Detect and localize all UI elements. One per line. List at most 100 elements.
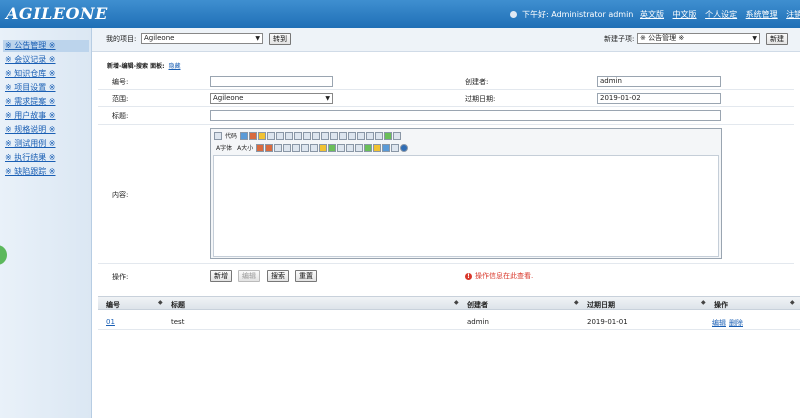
col-header-id[interactable]: 编号 (106, 300, 120, 310)
sidebar-item-knowledge[interactable]: ※ 知识仓库 ※ (3, 68, 89, 80)
hide-link[interactable]: 隐藏 (168, 63, 180, 70)
row-title: test (171, 318, 185, 326)
template-icon[interactable] (258, 132, 267, 140)
clear-format-icon[interactable] (310, 144, 319, 152)
flash-icon[interactable] (328, 144, 337, 152)
subitem-select[interactable]: ※ 公告管理 ※ ▼ (637, 33, 760, 44)
unlink-icon[interactable] (391, 144, 400, 152)
main-content: 我的项目: Agileone ▼ 转到 新建子项: ※ 公告管理 ※ ▼ 新建 新增… (92, 28, 800, 418)
hr-icon[interactable] (355, 144, 364, 152)
goto-button[interactable]: 转到 (269, 33, 291, 45)
print-icon[interactable] (267, 132, 276, 140)
reset-button[interactable]: 重置 (295, 270, 317, 282)
sidebar-item-notice[interactable]: ※ 公告管理 ※ (3, 40, 89, 52)
sidebar: ※ 公告管理 ※ ※ 会议记录 ※ ※ 知识仓库 ※ ※ 项目设置 ※ ※ 需求… (0, 28, 92, 418)
sidebar-item-defects[interactable]: ※ 缺陷跟踪 ※ (3, 166, 89, 178)
sidebar-item-specs[interactable]: ※ 规格说明 ※ (3, 124, 89, 136)
code-button[interactable]: 代码 (223, 132, 239, 140)
emoticon-icon[interactable] (364, 144, 373, 152)
app-logo: AGILEONE (6, 4, 108, 23)
link-english[interactable]: 英文版 (640, 10, 664, 19)
title-input[interactable] (210, 110, 721, 121)
unordered-list-icon[interactable] (357, 132, 366, 140)
paste-icon[interactable] (294, 132, 303, 140)
cut-icon[interactable] (276, 132, 285, 140)
source-icon[interactable] (214, 132, 222, 140)
sort-icon[interactable]: ◆ (158, 299, 163, 306)
sidebar-item-meeting[interactable]: ※ 会议记录 ※ (3, 54, 89, 66)
col-header-creator[interactable]: 创建者 (467, 300, 488, 310)
bg-color-icon[interactable] (265, 144, 274, 152)
id-input[interactable] (210, 76, 333, 87)
row-divider (98, 263, 794, 264)
font-button[interactable]: A字体 (214, 144, 234, 152)
bold-icon[interactable] (274, 144, 283, 152)
sort-icon[interactable]: ◆ (574, 299, 579, 306)
link-chinese[interactable]: 中文版 (673, 10, 697, 19)
link-system-admin[interactable]: 系统管理 (746, 10, 778, 19)
about-icon[interactable] (400, 144, 409, 152)
align-center-icon[interactable] (321, 132, 330, 140)
align-right-icon[interactable] (330, 132, 339, 140)
sidebar-item-test-cases[interactable]: ※ 测试用例 ※ (3, 138, 89, 150)
size-button[interactable]: A大小 (235, 144, 255, 152)
link-logout[interactable]: 注销 (786, 10, 800, 19)
media-icon[interactable] (337, 144, 346, 152)
search-button[interactable]: 搜索 (267, 270, 289, 282)
table-icon[interactable] (346, 144, 355, 152)
chevron-down-icon: ▼ (325, 95, 330, 102)
editor-content-area[interactable] (213, 155, 719, 257)
text-color-icon[interactable] (256, 144, 265, 152)
add-button[interactable]: 新增 (210, 270, 232, 282)
row-divider (98, 106, 794, 107)
error-icon: ! (465, 273, 472, 280)
sort-icon[interactable]: ◆ (701, 299, 706, 306)
row-edit-link[interactable]: 编辑 (712, 319, 726, 327)
copy-icon[interactable] (285, 132, 294, 140)
edit-button[interactable]: 编辑 (238, 270, 260, 282)
project-select[interactable]: Agileone ▼ (141, 33, 263, 44)
outdent-icon[interactable] (375, 132, 384, 140)
justify-icon[interactable] (339, 132, 348, 140)
editor-toolbar-row-2: A字体 A大小 (214, 143, 714, 154)
link-icon[interactable] (382, 144, 391, 152)
underline-icon[interactable] (292, 144, 301, 152)
new-button[interactable]: 新建 (766, 33, 788, 45)
image-icon[interactable] (319, 144, 328, 152)
paste-text-icon[interactable] (303, 132, 312, 140)
top-links: 英文版 中文版 个人设定 系统管理 注销 (640, 9, 800, 20)
sidebar-item-results[interactable]: ※ 执行结果 ※ (3, 152, 89, 164)
action-label: 操作: (112, 273, 129, 281)
table-header: 编号 ◆ 标题 ◆ 创建者 ◆ 过期日期 ◆ 操作 ◆ (98, 296, 800, 310)
row-delete-link[interactable]: 删除 (729, 319, 743, 327)
col-header-expire[interactable]: 过期日期 (587, 300, 615, 310)
content-label: 内容: (112, 191, 129, 199)
sidebar-item-requirements[interactable]: ※ 需求提案 ※ (3, 96, 89, 108)
date-icon[interactable] (384, 132, 393, 140)
time-of-day-icon (510, 11, 517, 18)
sort-icon[interactable]: ◆ (790, 299, 795, 306)
strike-icon[interactable] (301, 144, 310, 152)
chevron-down-icon: ▼ (752, 35, 757, 42)
time-icon[interactable] (393, 132, 402, 140)
ordered-list-icon[interactable] (348, 132, 357, 140)
sidebar-item-user-stories[interactable]: ※ 用户故事 ※ (3, 110, 89, 122)
project-bar: 我的项目: Agileone ▼ 转到 新建子项: ※ 公告管理 ※ ▼ 新建 (92, 28, 800, 52)
find-icon[interactable] (240, 132, 249, 140)
link-profile[interactable]: 个人设定 (705, 10, 737, 19)
smiley-icon[interactable] (373, 144, 382, 152)
sidebar-collapse-handle[interactable] (0, 245, 7, 265)
align-left-icon[interactable] (312, 132, 321, 140)
scope-select[interactable]: Agileone ▼ (210, 93, 333, 104)
col-header-title[interactable]: 标题 (171, 300, 185, 310)
row-id-link[interactable]: 01 (106, 318, 115, 326)
creator-input[interactable]: admin (597, 76, 721, 87)
expire-label: 过期日期: (465, 95, 496, 103)
preview-icon[interactable] (249, 132, 258, 140)
expire-date-input[interactable]: 2019-01-02 (597, 93, 721, 104)
italic-icon[interactable] (283, 144, 292, 152)
indent-icon[interactable] (366, 132, 375, 140)
creator-label: 创建者: (465, 78, 489, 86)
sidebar-item-project-settings[interactable]: ※ 项目设置 ※ (3, 82, 89, 94)
sort-icon[interactable]: ◆ (454, 299, 459, 306)
